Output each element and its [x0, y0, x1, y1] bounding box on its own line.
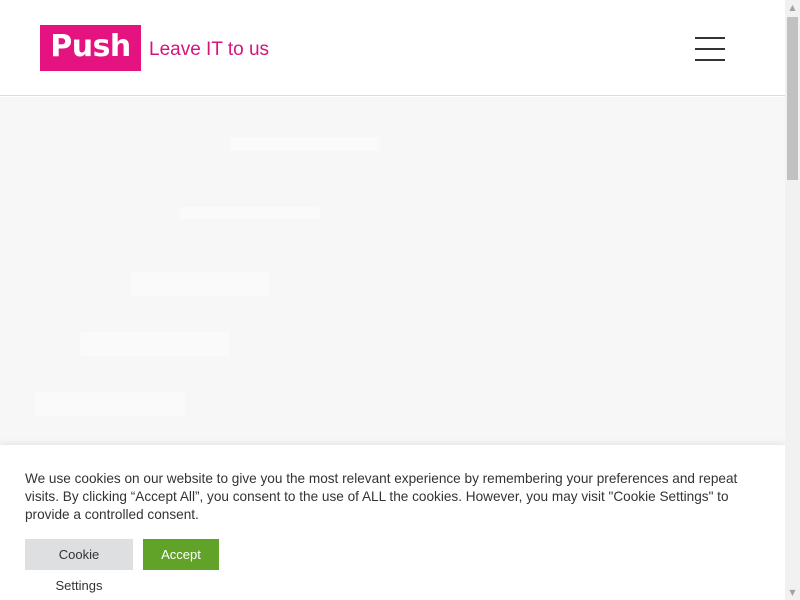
cookie-consent-banner: We use cookies on our website to give yo… — [0, 445, 785, 600]
hamburger-line — [695, 59, 725, 61]
hero-section — [0, 97, 785, 445]
scrollbar-thumb[interactable] — [787, 17, 798, 180]
cookie-message: We use cookies on our website to give yo… — [25, 471, 738, 522]
scroll-down-arrow-icon[interactable]: ▼ — [785, 585, 800, 600]
logo-text: Push — [50, 29, 131, 64]
hero-faded-element — [130, 272, 270, 296]
site-header: Push Leave IT to us — [0, 0, 785, 96]
hamburger-line — [695, 48, 725, 50]
hero-faded-element — [180, 207, 320, 219]
accept-all-button[interactable]: Accept All — [143, 539, 219, 593]
hamburger-menu-icon[interactable] — [695, 37, 725, 61]
scroll-up-arrow-icon[interactable]: ▲ — [785, 0, 800, 15]
hero-faded-element — [35, 392, 185, 416]
push-logo[interactable]: Push — [40, 25, 141, 71]
hero-faded-element — [230, 137, 380, 151]
hero-faded-element — [80, 332, 230, 356]
cookie-settings-button[interactable]: Cookie Settings — [25, 539, 133, 593]
page: Push Leave IT to us We use cookies on ou… — [0, 0, 800, 600]
vertical-scrollbar[interactable]: ▲ ▼ — [785, 0, 800, 600]
site-tagline: Leave IT to us — [149, 39, 270, 60]
hamburger-line — [695, 37, 725, 39]
